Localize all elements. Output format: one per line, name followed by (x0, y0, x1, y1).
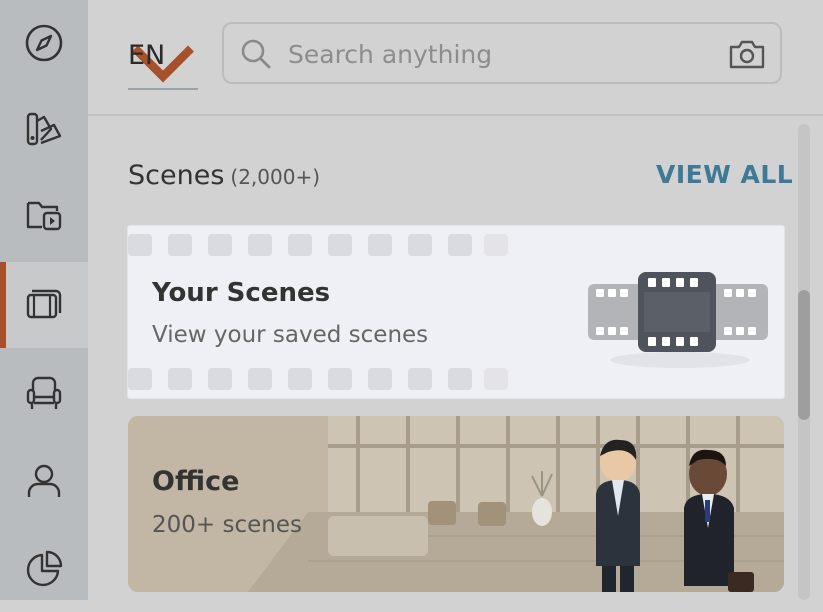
user-icon (27, 464, 61, 497)
view-all-link[interactable]: VIEW ALL (656, 160, 793, 189)
search-box (222, 22, 782, 84)
scrollbar-thumb[interactable] (798, 290, 810, 420)
your-scenes-card[interactable]: Your Scenes View your saved scenes (128, 226, 784, 398)
card-subtitle: 200+ scenes (152, 512, 302, 538)
office-card[interactable]: Office 200+ scenes (128, 416, 784, 592)
top-bar: EN (88, 0, 823, 116)
card-title: Office (152, 466, 240, 497)
scenes-icon (26, 289, 62, 319)
film-perforation-top (128, 234, 508, 256)
card-subtitle: View your saved scenes (152, 322, 429, 348)
search-input[interactable] (286, 34, 710, 74)
section-count: (2,000+) (230, 165, 321, 189)
rail-item-characters[interactable] (0, 438, 88, 524)
rail-item-styles[interactable] (0, 86, 88, 172)
search-icon (241, 39, 271, 69)
rail-item-scenes[interactable] (0, 262, 88, 348)
rail-item-charts[interactable] (0, 526, 88, 612)
rail-item-projects[interactable] (0, 172, 88, 258)
rail-item-explore[interactable] (0, 0, 88, 86)
chair-icon (26, 376, 62, 409)
left-nav-rail (0, 0, 88, 600)
film-perforation-bottom (128, 368, 508, 390)
card-title: Your Scenes (152, 278, 331, 308)
section-title-text: Scenes (128, 160, 225, 191)
office-scene-image (128, 416, 784, 592)
language-selector[interactable]: EN (128, 38, 198, 90)
pie-chart-icon (26, 550, 63, 587)
language-code: EN (128, 40, 166, 71)
palette-icon (26, 112, 62, 146)
camera-icon[interactable] (728, 38, 766, 70)
scrollbar-track[interactable] (798, 124, 810, 600)
rail-item-props[interactable] (0, 350, 88, 436)
section-title: Scenes (2,000+) (128, 160, 320, 191)
film-strip-icon (588, 272, 768, 368)
compass-icon (25, 24, 63, 62)
video-folder-icon (26, 201, 62, 231)
